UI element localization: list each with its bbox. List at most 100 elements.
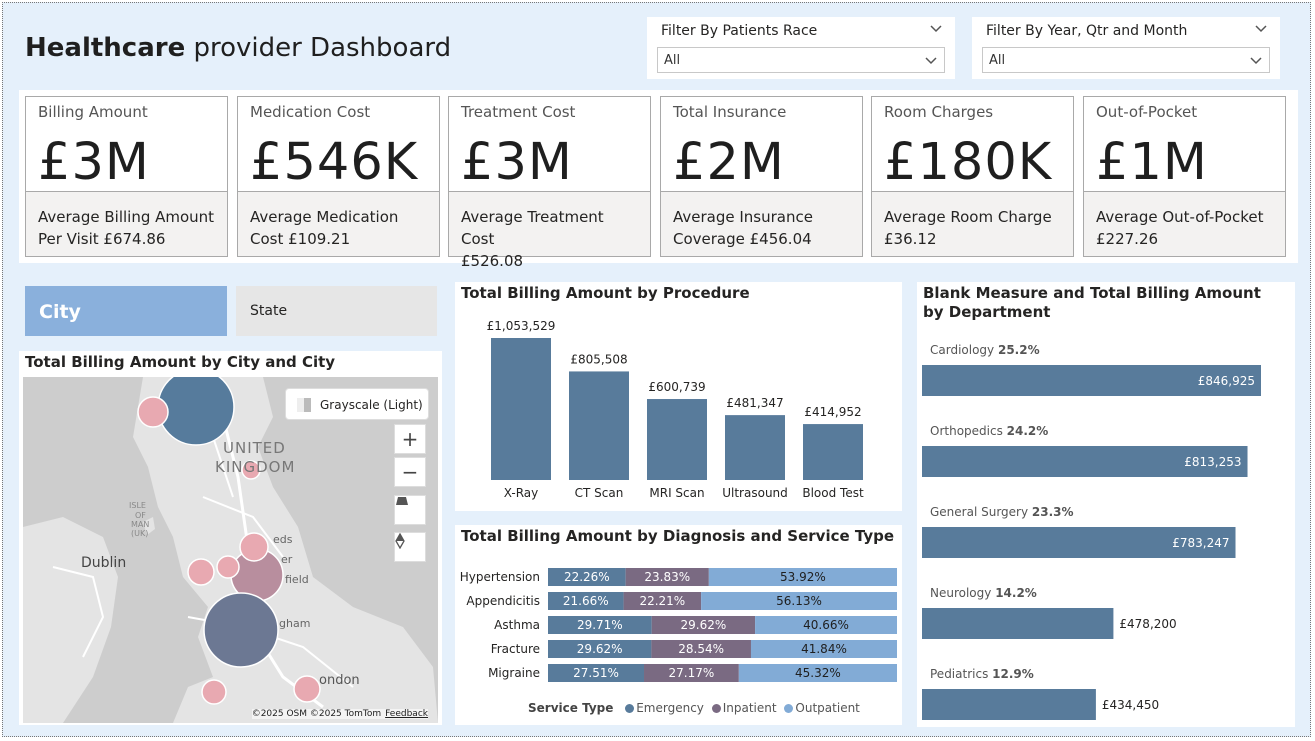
- diagnosis-segment-label: 27.51%: [573, 666, 619, 680]
- department-chart: Cardiology 25.2% £846,925 Orthopedics 24.2…: [922, 343, 1261, 720]
- period-filter-dropdown[interactable]: All: [982, 47, 1270, 73]
- legend-item-inpatient[interactable]: Inpatient: [723, 701, 777, 715]
- map-style-button[interactable]: Grayscale (Light): [285, 388, 429, 420]
- map-style-label: Grayscale (Light): [320, 398, 423, 412]
- diagnosis-segment-label: 29.71%: [577, 618, 623, 632]
- map-title: Total Billing Amount by City and City: [25, 353, 336, 371]
- department-category-label: Cardiology 25.2%: [930, 343, 1040, 357]
- period-filter-value: All: [989, 53, 1006, 68]
- tab-state-label: State: [250, 303, 288, 319]
- procedure-chart-panel: Total Billing Amount by Procedure £1,053…: [455, 282, 902, 511]
- chevron-down-icon: [1250, 57, 1262, 65]
- city-bubble[interactable]: [216, 555, 240, 579]
- map-bubbles: [137, 377, 321, 705]
- tab-city[interactable]: City: [25, 286, 227, 336]
- feedback-link[interactable]: Feedback: [385, 709, 428, 719]
- chevron-down-icon[interactable]: [929, 22, 943, 36]
- diagnosis-segment-label: 22.21%: [639, 594, 685, 608]
- kpi-title: Medication Cost: [250, 103, 371, 121]
- department-chart-panel: Blank Measure and Total Billing Amount b…: [917, 282, 1295, 727]
- procedure-bar-label: £805,508: [570, 352, 627, 366]
- department-category-label: General Surgery 23.3%: [930, 505, 1074, 519]
- legend-dot-emergency: [625, 704, 635, 713]
- map-label: field: [285, 573, 309, 586]
- procedure-bar[interactable]: [803, 424, 863, 480]
- kpi-title: Out-of-Pocket: [1096, 103, 1198, 121]
- diagnosis-category-label: Appendicitis: [466, 594, 540, 608]
- city-bubble[interactable]: [187, 558, 215, 586]
- kpi-value: £180K: [884, 133, 1053, 192]
- kpi-value: £546K: [250, 133, 419, 192]
- procedure-bar[interactable]: [725, 415, 785, 480]
- period-filter[interactable]: Filter By Year, Qtr and Month All: [972, 17, 1280, 79]
- city-bubble[interactable]: [203, 592, 279, 668]
- race-filter[interactable]: Filter By Patients Race All: [647, 17, 955, 79]
- zoom-out-button[interactable]: −: [394, 457, 426, 487]
- kpi-subtext: Average Billing Amount Per Visit £674.86: [26, 191, 227, 256]
- procedure-bar[interactable]: [647, 399, 707, 480]
- procedure-bar-label: £481,347: [726, 396, 783, 410]
- map-label: UNITED: [223, 439, 286, 457]
- map-label: gham: [279, 617, 311, 630]
- map-label: (UK): [131, 529, 149, 538]
- procedure-category-label: Blood Test: [802, 486, 864, 500]
- tab-state[interactable]: State: [236, 286, 437, 336]
- kpi-subtext: Average Medication Cost £109.21: [238, 191, 439, 256]
- race-filter-dropdown[interactable]: All: [657, 47, 945, 73]
- kpi-card-treatment[interactable]: Treatment Cost £3M Average Treatment Cos…: [448, 96, 651, 270]
- map-label: er: [281, 553, 293, 566]
- procedure-bar-label: £1,053,529: [487, 319, 556, 333]
- map-label: OF: [135, 511, 146, 520]
- tilt-button[interactable]: [394, 495, 426, 525]
- city-bubble[interactable]: [201, 679, 227, 705]
- zoom-in-button[interactable]: +: [394, 424, 426, 454]
- diagnosis-category-label: Migraine: [488, 666, 540, 680]
- kpi-strip: Billing Amount £3M Average Billing Amoun…: [19, 90, 1298, 270]
- kpi-card-out-of-pocket[interactable]: Out-of-Pocket £1M Average Out-of-Pocket £…: [1083, 96, 1286, 257]
- zoom-in-icon: +: [401, 427, 419, 451]
- city-bubble[interactable]: [157, 377, 235, 446]
- chevron-down-icon[interactable]: [1254, 22, 1268, 36]
- kpi-card-billing[interactable]: Billing Amount £3M Average Billing Amoun…: [25, 96, 228, 257]
- department-bar-label: £478,200: [1119, 617, 1176, 631]
- chevron-down-icon: [925, 57, 937, 65]
- legend-item-emergency[interactable]: Emergency: [636, 701, 704, 715]
- diagnosis-category-label: Fracture: [491, 642, 540, 656]
- diagnosis-segment-label: 56.13%: [776, 594, 822, 608]
- diagnosis-segment-label: 23.83%: [644, 570, 690, 584]
- procedure-category-label: MRI Scan: [649, 486, 704, 500]
- compass-button[interactable]: [394, 532, 426, 562]
- diagnosis-segment-label: 21.66%: [563, 594, 609, 608]
- city-bubble[interactable]: [293, 675, 321, 703]
- kpi-title: Room Charges: [884, 103, 994, 121]
- city-bubble[interactable]: [239, 532, 269, 562]
- race-filter-value: All: [664, 53, 681, 68]
- department-category-label: Orthopedics 24.2%: [930, 424, 1048, 438]
- kpi-subtext: Average Out-of-Pocket £227.26: [1084, 191, 1285, 256]
- department-bar[interactable]: [922, 608, 1114, 639]
- compass-icon: [395, 533, 405, 549]
- department-category-label: Pediatrics 12.9%: [930, 667, 1034, 681]
- race-filter-label: Filter By Patients Race: [661, 23, 818, 39]
- diagnosis-segment-label: 27.17%: [669, 666, 715, 680]
- city-bubble[interactable]: [137, 396, 169, 428]
- diagnosis-segment-label: 53.92%: [780, 570, 826, 584]
- diagnosis-category-label: Hypertension: [460, 570, 540, 584]
- department-bar-label: £783,247: [1172, 536, 1229, 550]
- kpi-card-room[interactable]: Room Charges £180K Average Room Charge £3…: [871, 96, 1074, 257]
- legend-item-outpatient[interactable]: Outpatient: [795, 701, 859, 715]
- department-bar-label: £813,253: [1184, 455, 1241, 469]
- map-canvas[interactable]: UNITED KINGDOM Dublin ISLE OF MAN (UK) e…: [23, 377, 438, 723]
- kpi-card-medication[interactable]: Medication Cost £546K Average Medication…: [237, 96, 440, 257]
- procedure-category-label: Ultrasound: [722, 486, 788, 500]
- kpi-value: £2M: [673, 133, 785, 192]
- diagnosis-segment-label: 22.26%: [564, 570, 610, 584]
- diagnosis-category-label: Asthma: [494, 618, 540, 632]
- procedure-category-label: X-Ray: [504, 486, 538, 500]
- kpi-card-insurance[interactable]: Total Insurance £2M Average Insurance Cov…: [660, 96, 863, 257]
- dashboard-canvas: Healthcare provider Dashboard Filter By …: [2, 2, 1311, 737]
- procedure-category-label: CT Scan: [575, 486, 624, 500]
- procedure-bar[interactable]: [491, 338, 551, 480]
- department-bar[interactable]: [922, 689, 1096, 720]
- procedure-bar[interactable]: [569, 371, 629, 480]
